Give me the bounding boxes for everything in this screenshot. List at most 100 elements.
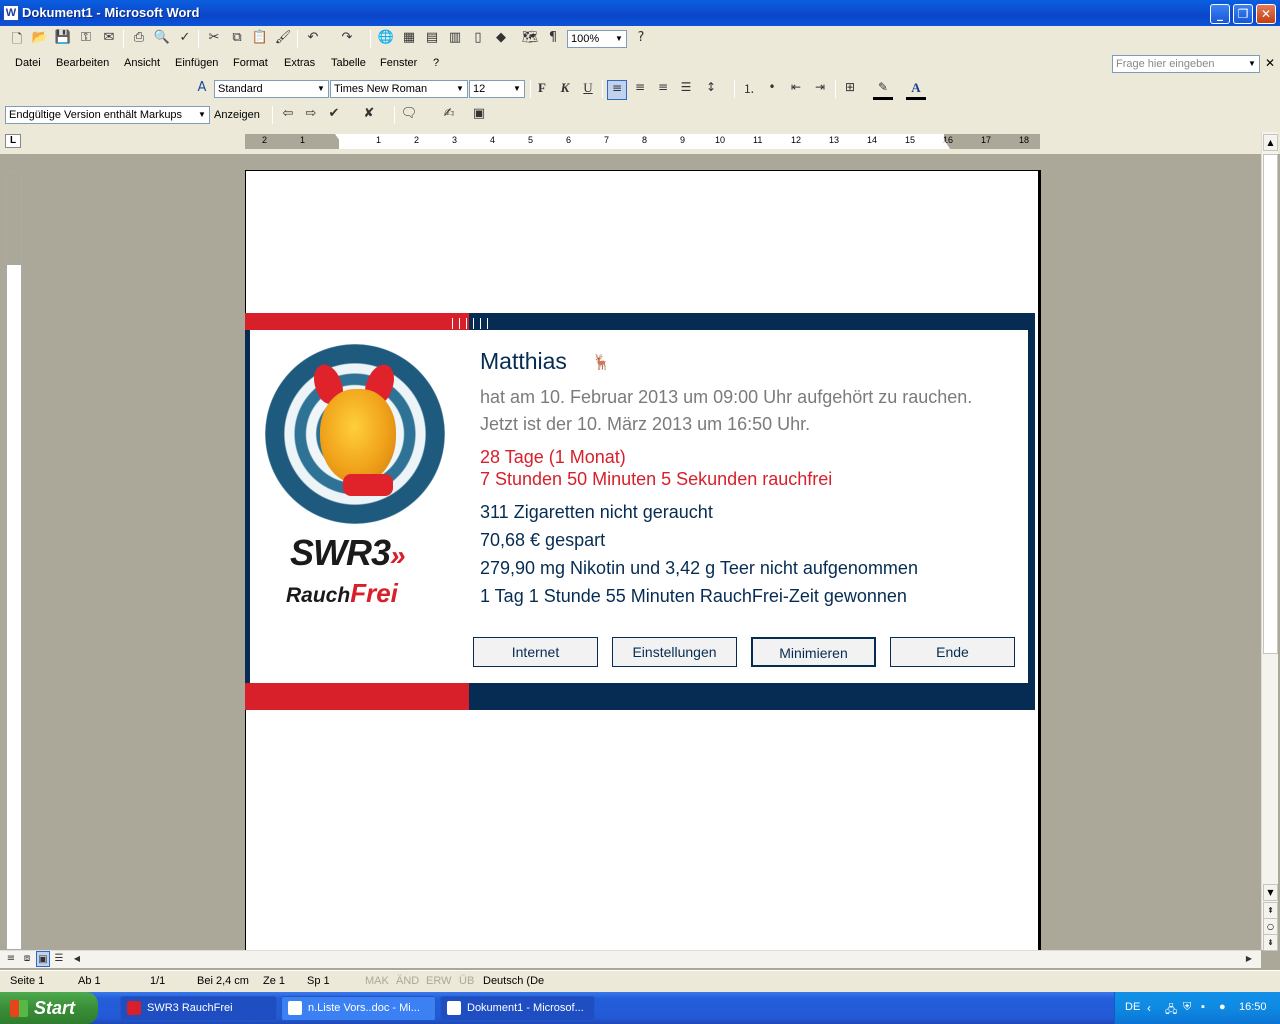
track-changes-icon[interactable]: ✍ [440,106,458,124]
menu-datei[interactable]: Datei [15,57,41,69]
columns-icon[interactable]: ▯ [469,30,487,48]
status-overtype[interactable]: ÜB [459,975,474,987]
numbering-icon[interactable]: ⒈ [739,80,759,100]
browse-object-icon[interactable]: ○ [1263,918,1278,935]
help-question-input[interactable]: Frage hier eingeben ▼ [1112,55,1260,73]
normal-view-icon[interactable]: ≡ [4,951,18,967]
bullets-icon[interactable]: • [762,80,782,100]
pilcrow-icon[interactable]: ¶ [544,30,562,48]
minimize-app-button[interactable]: Minimieren [751,637,876,667]
align-center-icon[interactable]: ≡ [630,80,650,100]
cut-icon[interactable]: ✂ [205,30,223,48]
next-change-icon[interactable]: ⇨ [302,106,320,124]
horizontal-scrollbar[interactable]: ≡ ⧈ ▣ ☰ ◀ ▶ [0,950,1261,968]
new-comment-icon[interactable]: 🗨 [400,106,418,124]
security-icon[interactable]: ⛨ [1183,1001,1191,1014]
print-layout-icon[interactable]: ▣ [36,951,50,967]
exit-button[interactable]: Ende [890,637,1015,667]
scroll-right-icon[interactable]: ▶ [1242,951,1256,967]
task-word-dokument1[interactable]: Dokument1 - Microsof... [440,996,595,1021]
align-right-icon[interactable]: ≡ [653,80,673,100]
settings-button[interactable]: Einstellungen [612,637,737,667]
horizontal-ruler[interactable]: 2 1 1 2 3 4 5 6 7 8 9 10 11 12 13 14 15 … [245,134,1040,149]
menu-help[interactable]: ? [433,57,439,69]
styles-icon[interactable]: A [193,80,211,98]
email-icon[interactable]: ✉ [100,30,118,48]
task-swr3-rauchfrei[interactable]: SWR3 RauchFrei [120,996,277,1021]
open-folder-icon[interactable]: 📂 [31,30,49,48]
print-icon[interactable]: ⎙ [130,30,148,48]
drive-icon[interactable]: ▪ [1201,1001,1205,1013]
insert-table-icon[interactable]: ▤ [423,30,441,48]
font-size-select[interactable]: 12 ▼ [469,80,525,98]
scroll-thumb[interactable] [1263,154,1278,654]
menu-fenster[interactable]: Fenster [380,57,417,69]
previous-page-icon[interactable]: ⇞ [1263,902,1278,919]
app-tray-icon[interactable]: ● [1219,1001,1226,1013]
spelling-icon[interactable]: ✓ [176,30,194,48]
decrease-indent-icon[interactable]: ⇤ [786,80,806,100]
scroll-up-icon[interactable]: ▲ [1263,134,1278,151]
word-app-icon[interactable]: W [3,5,19,21]
start-button[interactable]: Start [0,992,98,1024]
redo-icon[interactable]: ↷ [338,30,356,48]
new-document-icon[interactable]: 🗋 [8,30,26,48]
font-select[interactable]: Times New Roman ▼ [330,80,468,98]
accept-change-icon[interactable]: ✔ [325,106,343,124]
menu-extras[interactable]: Extras [284,57,315,69]
permission-icon[interactable]: ⚿ [77,30,95,48]
line-spacing-icon[interactable]: ↕ [701,80,721,100]
format-painter-icon[interactable]: 🖌 [274,30,292,48]
status-extend[interactable]: ERW [426,975,451,987]
minimize-button[interactable]: _ [1210,4,1230,24]
tray-expand-icon[interactable]: ‹ [1147,1001,1151,1015]
insert-excel-icon[interactable]: ▥ [446,30,464,48]
help-icon[interactable]: ? [632,30,650,48]
task-word-liste[interactable]: n.Liste Vors..doc - Mi... [281,996,436,1021]
maximize-button[interactable]: ❐ [1233,4,1253,24]
first-line-indent-marker[interactable] [335,134,345,141]
network-icon[interactable]: 🖧 [1165,1001,1177,1020]
align-left-icon[interactable]: ≡ [607,80,627,100]
drawing-icon[interactable]: ◆ [492,30,510,48]
outline-view-icon[interactable]: ☰ [52,951,66,967]
font-color-icon[interactable]: A [906,80,926,100]
show-menu-button[interactable]: Anzeigen [214,109,260,121]
status-macro[interactable]: MAK [365,975,389,987]
save-icon[interactable]: 💾 [54,30,72,48]
tables-borders-icon[interactable]: ▦ [400,30,418,48]
borders-icon[interactable]: ⊞ [840,80,860,100]
undo-icon[interactable]: ↶ [304,30,322,48]
menu-bearbeiten[interactable]: Bearbeiten [56,57,109,69]
reviewing-pane-icon[interactable]: ▣ [470,106,488,124]
tab-selector[interactable]: L [5,134,21,148]
language-indicator[interactable]: DE [1125,1001,1140,1013]
vertical-ruler[interactable] [6,172,22,950]
paste-icon[interactable]: 📋 [251,30,269,48]
web-view-icon[interactable]: ⧈ [20,951,34,967]
menu-ansicht[interactable]: Ansicht [124,57,160,69]
markup-display-select[interactable]: Endgültige Version enthält Markups ▼ [5,106,210,124]
print-preview-icon[interactable]: 🔍 [153,30,171,48]
copy-icon[interactable]: ⧉ [228,30,246,48]
vertical-scrollbar[interactable]: ▲ ▼ ⇞ ○ ⇟ [1261,132,1278,951]
menu-tabelle[interactable]: Tabelle [331,57,366,69]
increase-indent-icon[interactable]: ⇥ [810,80,830,100]
zoom-select[interactable]: 100% ▼ [567,30,627,48]
hyperlink-icon[interactable]: 🌐 [377,30,395,48]
next-page-icon[interactable]: ⇟ [1263,934,1278,951]
bold-button[interactable]: F [532,80,552,100]
previous-change-icon[interactable]: ⇦ [279,106,297,124]
status-track-changes[interactable]: ÄND [396,975,419,987]
underline-button[interactable]: U [578,80,598,100]
internet-button[interactable]: Internet [473,637,598,667]
scroll-left-icon[interactable]: ◀ [70,951,84,967]
scroll-down-icon[interactable]: ▼ [1263,884,1278,901]
reject-change-icon[interactable]: ✘ [360,106,378,124]
italic-button[interactable]: K [555,80,575,100]
style-select[interactable]: Standard ▼ [214,80,329,98]
document-map-icon[interactable]: 🗺 [521,30,539,48]
right-indent-marker[interactable] [940,141,950,149]
close-button[interactable]: ✕ [1256,4,1276,24]
highlight-icon[interactable]: ✎ [873,80,893,100]
